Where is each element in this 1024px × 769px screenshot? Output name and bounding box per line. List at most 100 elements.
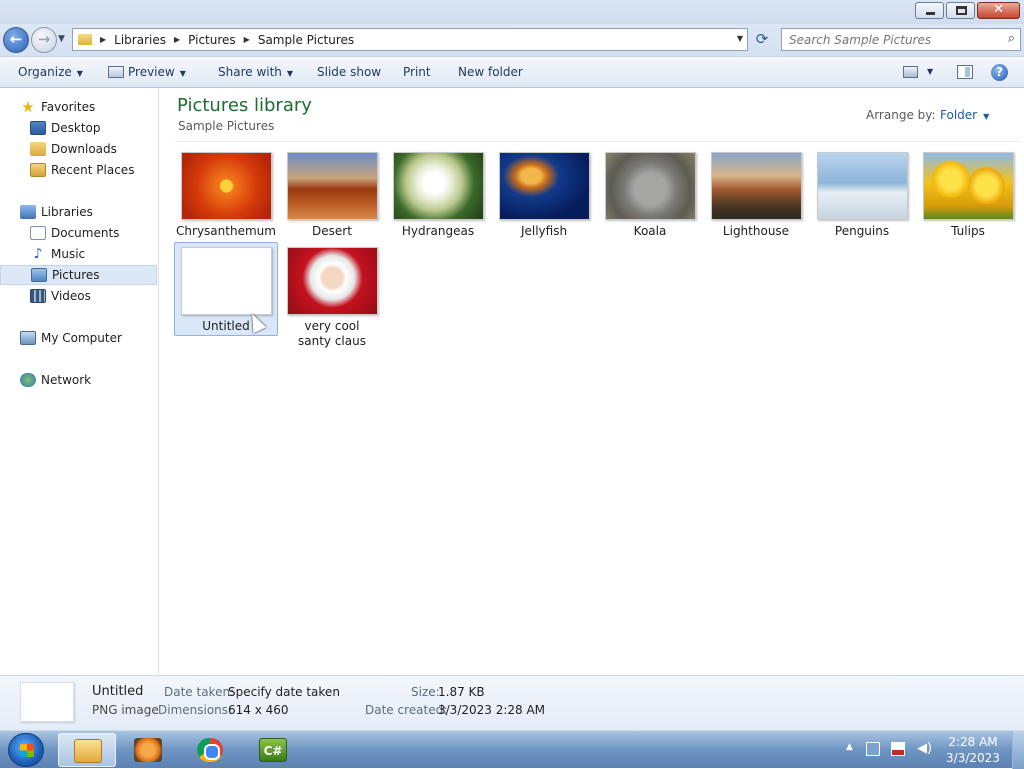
file-name: very cool santy claus	[298, 319, 366, 348]
file-tile-desert[interactable]: Desert	[280, 148, 384, 239]
organize-button[interactable]: Organize ▼	[18, 65, 83, 79]
file-tile-penguins[interactable]: Penguins	[810, 148, 914, 239]
file-tile-hydrangeas[interactable]: Hydrangeas	[386, 148, 490, 239]
nav-label: Pictures	[52, 268, 100, 282]
file-name: Jellyfish	[520, 224, 568, 238]
nav-item-documents[interactable]: Documents	[0, 223, 157, 243]
taskbar-windows-explorer[interactable]	[58, 733, 116, 767]
arrange-by-dropdown[interactable]: Folder ▼	[940, 108, 989, 122]
search-input[interactable]	[782, 29, 992, 50]
file-tile-koala[interactable]: Koala	[598, 148, 702, 239]
file-tile-chrysanthemum[interactable]: Chrysanthemum	[174, 148, 278, 239]
nav-item-downloads[interactable]: Downloads	[0, 139, 157, 159]
taskbar-csharp-ide[interactable]: C#	[244, 733, 302, 767]
organize-label: Organize	[18, 65, 72, 79]
show-desktop-button[interactable]	[1012, 731, 1024, 769]
nav-label: Recent Places	[51, 163, 135, 177]
date-created-label: Date created:	[365, 703, 448, 717]
address-bar[interactable]: ▶ Libraries ▶ Pictures ▶ Sample Pictures…	[72, 28, 748, 51]
file-tile-lighthouse[interactable]: Lighthouse	[704, 148, 808, 239]
breadcrumb-libraries[interactable]: Libraries	[114, 33, 166, 47]
film-strip-icon	[30, 289, 46, 303]
nav-item-videos[interactable]: Videos	[0, 286, 157, 306]
preview-button[interactable]: Preview ▼	[108, 65, 186, 79]
breadcrumb-pictures[interactable]: Pictures	[188, 33, 236, 47]
file-name: Tulips	[951, 224, 985, 238]
share-with-button[interactable]: Share with ▼	[218, 65, 293, 79]
folder-icon	[78, 34, 92, 45]
file-tile-tulips[interactable]: Tulips	[916, 148, 1020, 239]
nav-label: Documents	[51, 226, 120, 240]
nav-label: Favorites	[41, 100, 96, 114]
command-bar: Organize ▼ Preview ▼ Share with ▼ Slide sho…	[0, 56, 1024, 88]
new-folder-button[interactable]: New folder	[458, 65, 523, 79]
nav-item-desktop[interactable]: Desktop	[0, 118, 157, 138]
forward-button[interactable]: →	[31, 27, 57, 53]
search-box[interactable]: ⌕	[781, 28, 1021, 51]
recent-pages-button[interactable]: ▼	[58, 34, 65, 44]
show-hidden-icons-icon[interactable]: ▲	[846, 742, 853, 752]
minimize-button[interactable]	[915, 2, 944, 19]
start-button[interactable]	[8, 733, 44, 767]
network-status-icon[interactable]	[866, 742, 880, 756]
address-row: ← → ▼ ▶ Libraries ▶ Pictures ▶ Sample Pi…	[0, 24, 1024, 56]
nav-item-pictures[interactable]: Pictures	[0, 265, 157, 285]
preview-pane-icon[interactable]	[957, 65, 973, 79]
breadcrumb-separator-icon[interactable]: ▶	[174, 35, 180, 44]
slide-show-button[interactable]: Slide show	[317, 65, 381, 79]
address-dropdown-icon[interactable]: ▼	[737, 34, 743, 43]
file-tile-very-cool-santy-claus[interactable]: very cool santy claus	[280, 243, 384, 349]
change-view-icon[interactable]	[903, 66, 918, 78]
recent-places-icon	[30, 163, 46, 177]
image-thumbnail	[816, 152, 908, 220]
file-name: Chrysanthemum	[176, 224, 276, 238]
date-created-value: 3/3/2023 2:28 AM	[438, 703, 546, 717]
close-button[interactable]: ✕	[977, 2, 1020, 19]
back-button[interactable]: ←	[3, 27, 29, 53]
nav-item-favorites[interactable]: ★ Favorites	[0, 97, 157, 117]
dimensions-value: 614 x 460	[228, 703, 289, 717]
chevron-down-icon: ▼	[179, 69, 186, 78]
minimize-icon	[926, 12, 935, 15]
nav-item-recent-places[interactable]: Recent Places	[0, 160, 157, 180]
print-button[interactable]: Print	[403, 65, 431, 79]
search-icon[interactable]: ⌕	[1008, 31, 1015, 46]
nav-item-libraries[interactable]: Libraries	[0, 202, 157, 222]
nav-item-music[interactable]: ♪ Music	[0, 244, 157, 264]
maximize-button[interactable]	[946, 2, 975, 19]
file-name: Penguins	[834, 224, 890, 238]
pictures-icon	[31, 268, 47, 282]
taskbar-media-player[interactable]	[119, 733, 177, 767]
nav-item-my-computer[interactable]: My Computer	[0, 328, 157, 348]
taskbar: C# ▲ ◀) 2:28 AM 3/3/2023	[0, 730, 1024, 769]
view-options-chevron-icon[interactable]: ▼	[927, 67, 933, 76]
chevron-down-icon: ▼	[983, 112, 990, 121]
nav-label: Network	[41, 373, 92, 387]
file-list-pane: Pictures library Sample Pictures Arrange…	[160, 88, 1024, 675]
nav-label: Music	[51, 247, 86, 261]
help-icon[interactable]: ?	[991, 64, 1008, 81]
refresh-icon[interactable]: ⟳	[752, 30, 772, 50]
share-with-label: Share with	[218, 65, 282, 79]
libraries-icon	[20, 205, 36, 219]
date-taken-field[interactable]: Specify date taken	[228, 685, 340, 699]
file-name: Lighthouse	[722, 224, 790, 238]
details-pane: Untitled PNG image Date taken: Specify d…	[0, 675, 1024, 730]
nav-item-network[interactable]: Network	[0, 370, 157, 390]
breadcrumb-separator-icon[interactable]: ▶	[244, 35, 250, 44]
action-center-flag-icon[interactable]	[891, 742, 905, 756]
window-controls: ✕	[915, 2, 1020, 19]
breadcrumb-sample-pictures[interactable]: Sample Pictures	[258, 33, 354, 47]
file-name: Desert	[312, 224, 352, 238]
file-tile-jellyfish[interactable]: Jellyfish	[492, 148, 596, 239]
volume-icon[interactable]: ◀)	[917, 742, 932, 756]
arrange-by-label: Arrange by:	[866, 108, 936, 122]
image-thumbnail	[180, 247, 272, 315]
navigation-pane: ★ Favorites Desktop Downloads Recent Plac…	[0, 88, 159, 675]
arrange-by-value: Folder	[940, 108, 978, 122]
clock-time: 2:28 AM	[948, 735, 998, 749]
system-clock[interactable]: 2:28 AM 3/3/2023	[944, 734, 1002, 766]
taskbar-google-chrome[interactable]	[182, 733, 240, 767]
breadcrumb-separator-icon[interactable]: ▶	[100, 35, 106, 44]
preview-icon	[108, 66, 124, 78]
